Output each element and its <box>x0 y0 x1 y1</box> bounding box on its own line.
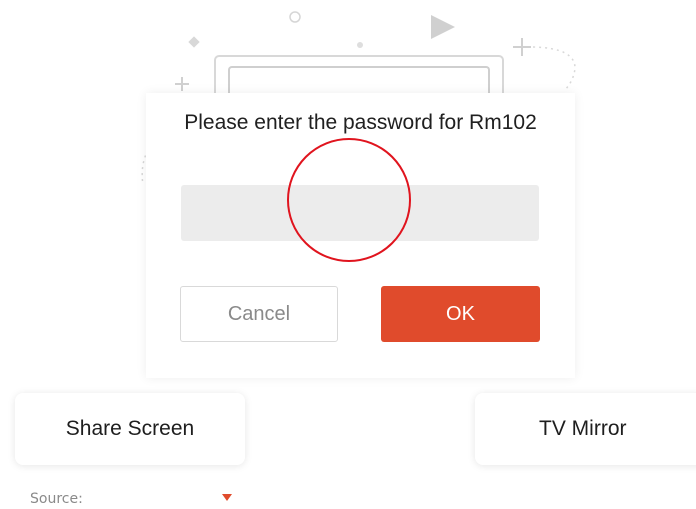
share-screen-label: Share Screen <box>65 417 195 440</box>
source-dropdown[interactable] <box>210 486 250 508</box>
ok-button[interactable]: OK <box>381 286 540 342</box>
share-screen-button[interactable]: Share Screen <box>15 393 245 465</box>
password-input[interactable] <box>181 185 539 241</box>
circle-decoration-icon <box>289 11 301 23</box>
tv-mirror-label: TV Mirror <box>539 417 627 440</box>
dotted-arc-decoration <box>532 46 576 91</box>
triangle-decoration-icon <box>431 15 455 39</box>
caret-down-icon <box>222 494 232 501</box>
diamond-decoration-icon <box>188 36 200 48</box>
app-window: Please enter the password for Rm102 Canc… <box>0 0 696 509</box>
source-label: Source: <box>30 491 83 507</box>
password-dialog: Please enter the password for Rm102 Canc… <box>146 93 575 378</box>
dialog-title: Please enter the password for Rm102 <box>184 111 537 134</box>
plus-decoration-icon <box>175 77 189 91</box>
tv-mirror-button[interactable]: TV Mirror <box>475 393 696 465</box>
dot-decoration-icon <box>357 42 363 48</box>
cancel-button[interactable]: Cancel <box>180 286 338 342</box>
plus-decoration-icon <box>513 38 531 56</box>
